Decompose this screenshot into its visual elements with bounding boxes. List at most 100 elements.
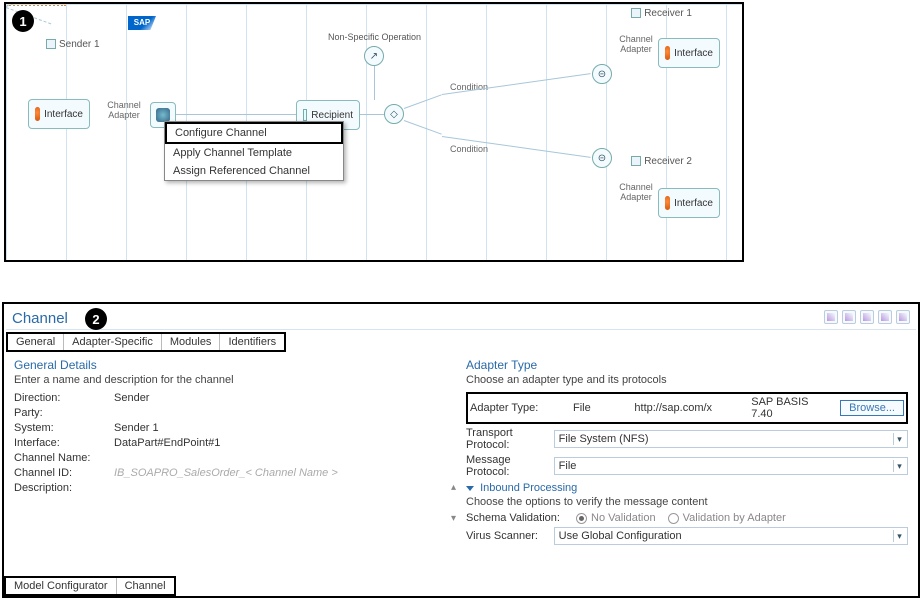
divider	[6, 329, 916, 330]
tab-modules[interactable]: Modules	[162, 334, 221, 350]
row-party: Party:	[14, 407, 456, 419]
radio-validation-by-adapter[interactable]: Validation by Adapter	[668, 512, 786, 524]
radio-no-validation[interactable]: No Validation	[576, 512, 656, 524]
virus-scanner-label: Virus Scanner:	[466, 530, 554, 542]
node-endpoint2[interactable]: ⊝	[592, 148, 612, 168]
node-recipient-label: Recipient	[311, 110, 353, 121]
node-recv2-interface[interactable]: Interface	[658, 188, 720, 218]
bottom-tab-model-configurator[interactable]: Model Configurator	[6, 578, 117, 594]
adapter-type-section: Adapter Type Choose an adapter type and …	[466, 358, 908, 548]
description-label: Description:	[14, 482, 114, 494]
transport-protocol-value: File System (NFS)	[559, 433, 649, 445]
row-system: System: Sender 1	[14, 422, 456, 434]
description-value[interactable]	[114, 482, 451, 522]
message-protocol-value: File	[559, 460, 577, 472]
row-interface: Interface: DataPart#EndPoint#1	[14, 437, 456, 449]
general-details-title: General Details	[14, 358, 456, 372]
tab-identifiers[interactable]: Identifiers	[220, 334, 284, 350]
chevron-down-icon: ▾	[893, 433, 905, 445]
non-specific-op-icon[interactable]: ↗	[364, 46, 384, 66]
toolbar-nav-fwd-icon[interactable]	[842, 310, 856, 324]
channel-tabs: General Adapter-Specific Modules Identif…	[6, 332, 918, 352]
radio-icon	[576, 513, 587, 524]
row-direction: Direction: Sender	[14, 392, 456, 404]
bottom-tab-channel[interactable]: Channel	[117, 578, 174, 594]
direction-label: Direction:	[14, 392, 114, 404]
adapter-type-basis: SAP BASIS 7.40	[751, 396, 832, 420]
bottom-tabs: Model Configurator Channel	[4, 576, 176, 596]
channel-id-label: Channel ID:	[14, 467, 114, 479]
interface-icon	[665, 46, 670, 60]
row-adapter-type: Adapter Type: File http://sap.com/x SAP …	[466, 392, 908, 424]
toolbar-settings-icon[interactable]	[896, 310, 910, 324]
system-label: System:	[14, 422, 114, 434]
toolbar-nav-back-icon[interactable]	[824, 310, 838, 324]
virus-scanner-select[interactable]: Use Global Configuration ▾	[554, 527, 908, 545]
party-label: Party:	[14, 407, 114, 419]
non-specific-op-label: Non-Specific Operation	[328, 32, 421, 42]
row-channel-id: Channel ID: IB_SOAPRO_SalesOrder_< Chann…	[14, 467, 456, 479]
message-protocol-select[interactable]: File ▾	[554, 457, 908, 475]
adapter-type-sub: Choose an adapter type and its protocols	[466, 374, 908, 386]
transport-protocol-label: Transport Protocol:	[466, 427, 554, 451]
ctx-apply-template[interactable]: Apply Channel Template	[165, 144, 343, 162]
tab-adapter-specific[interactable]: Adapter-Specific	[64, 334, 162, 350]
channel-title: Channel	[4, 304, 918, 329]
radio-no-validation-label: No Validation	[591, 512, 656, 524]
edge-channel-to-recipient	[176, 114, 296, 115]
callout-2: 2	[85, 308, 107, 330]
node-endpoint1[interactable]: ⊝	[592, 64, 612, 84]
edge-label-condition2: Condition	[450, 144, 488, 154]
edge-recipient-to-split	[360, 114, 384, 115]
interface-icon	[35, 107, 40, 121]
adapter-type-label: Adapter Type:	[470, 402, 565, 414]
row-virus-scanner: Virus Scanner: Use Global Configuration …	[466, 527, 908, 545]
adapter-type-value: File	[573, 402, 626, 414]
ctx-configure-channel[interactable]: Configure Channel	[165, 122, 343, 144]
channel-id-value: IB_SOAPRO_SalesOrder_< Channel Name >	[114, 467, 456, 479]
swimlane-recv1-label: Receiver 1	[644, 8, 692, 19]
channel-toolbar	[824, 310, 910, 324]
inbound-processing-title: Inbound Processing	[480, 482, 577, 494]
browse-button[interactable]: Browse...	[840, 400, 904, 416]
node-recv2-label: Interface	[674, 198, 713, 209]
channel-name-label: Channel Name:	[14, 452, 114, 464]
context-menu: Configure Channel Apply Channel Template…	[164, 121, 344, 181]
transport-protocol-select[interactable]: File System (NFS) ▾	[554, 430, 908, 448]
swimlane-sender-label: Sender 1	[59, 39, 100, 50]
tab-general[interactable]: General	[8, 334, 64, 350]
row-transport-protocol: Transport Protocol: File System (NFS) ▾	[466, 427, 908, 451]
message-protocol-label: Message Protocol:	[466, 454, 554, 478]
edge-op-down	[374, 66, 375, 100]
row-description: Description: ▴ ▾	[14, 482, 456, 524]
channel-panel: Channel General Adapter-Specific Modules…	[2, 302, 920, 598]
description-scroll-arrows: ▴ ▾	[451, 482, 456, 524]
arrow-down-icon[interactable]: ▾	[451, 513, 456, 524]
node-split[interactable]: ◇	[384, 104, 404, 124]
ctx-assign-referenced[interactable]: Assign Referenced Channel	[165, 162, 343, 180]
adapter-type-namespace: http://sap.com/x	[634, 402, 743, 414]
inbound-processing-header[interactable]: Inbound Processing	[466, 482, 908, 494]
node-sender-interface[interactable]: Interface	[28, 99, 90, 129]
inbound-processing-sub: Choose the options to verify the message…	[466, 496, 908, 508]
schema-validation-label: Schema Validation:	[466, 512, 576, 524]
node-recv1-interface[interactable]: Interface	[658, 38, 720, 68]
node-recv1-label: Interface	[674, 48, 713, 59]
arrow-up-icon[interactable]: ▴	[451, 482, 456, 493]
edge-label-channel-adapter-r1: Channel Adapter	[614, 34, 658, 54]
diagram-panel: SAP Sender 1 Receiver 1 Receiver 2 Inter…	[4, 2, 744, 262]
direction-value: Sender	[114, 392, 456, 404]
toolbar-link-icon[interactable]	[878, 310, 892, 324]
channel-body: General Details Enter a name and descrip…	[4, 352, 918, 548]
radio-validation-adapter-label: Validation by Adapter	[683, 512, 786, 524]
interface-label: Interface:	[14, 437, 114, 449]
channel-icon	[156, 108, 170, 122]
node-sender-interface-label: Interface	[44, 109, 83, 120]
interface-value: DataPart#EndPoint#1	[114, 437, 456, 449]
interface-icon	[665, 196, 670, 210]
toolbar-refresh-icon[interactable]	[860, 310, 874, 324]
general-details-section: General Details Enter a name and descrip…	[14, 358, 456, 548]
swimlane-receiver1: Receiver 1	[631, 8, 692, 19]
edge-label-channel-adapter-left: Channel Adapter	[102, 100, 146, 120]
row-channel-name: Channel Name:	[14, 452, 456, 464]
